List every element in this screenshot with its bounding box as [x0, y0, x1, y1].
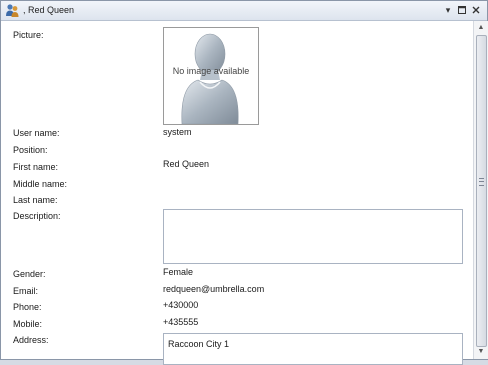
mobile-value: +435555	[163, 317, 199, 327]
window-title: , Red Queen	[23, 5, 75, 15]
maximize-icon[interactable]	[456, 4, 468, 16]
user-detail-window: , Red Queen ▾ Picture: No image availabl…	[0, 0, 488, 365]
email-label: Email:	[13, 286, 39, 296]
grip-icon	[479, 178, 484, 186]
pin-icon[interactable]: ▾	[442, 4, 454, 16]
picture-label: Picture:	[13, 30, 44, 40]
title-bar[interactable]: , Red Queen ▾	[1, 1, 487, 21]
user-group-icon	[5, 3, 20, 18]
address-text: Raccoon City 1	[168, 339, 230, 349]
phone-value: +430000	[163, 300, 199, 310]
gender-value: Female	[163, 267, 194, 277]
description-field[interactable]	[163, 209, 463, 264]
email-value: redqueen@umbrella.com	[163, 284, 265, 294]
description-label: Description:	[13, 211, 61, 221]
address-label: Address:	[13, 335, 49, 345]
no-image-text: No image available	[172, 66, 250, 76]
user-form: Picture: No image available User name: s…	[1, 21, 473, 365]
first-name-value: Red Queen	[163, 159, 210, 169]
phone-label: Phone:	[13, 302, 42, 312]
scroll-thumb[interactable]	[476, 35, 487, 347]
picture-box[interactable]: No image available	[163, 27, 259, 125]
first-name-label: First name:	[13, 162, 59, 172]
mobile-label: Mobile:	[13, 319, 43, 329]
user-name-label: User name:	[13, 128, 60, 138]
last-name-label: Last name:	[13, 195, 58, 205]
scroll-down-icon[interactable]: ▼	[474, 345, 488, 359]
middle-name-label: Middle name:	[13, 179, 68, 189]
close-icon[interactable]	[470, 4, 482, 16]
position-label: Position:	[13, 145, 48, 155]
user-silhouette-icon	[181, 33, 239, 124]
gender-label: Gender:	[13, 269, 46, 279]
vertical-scrollbar[interactable]: ▲ ▼	[473, 21, 488, 359]
scroll-up-icon[interactable]: ▲	[474, 21, 488, 35]
address-field[interactable]: Raccoon City 1	[163, 333, 463, 365]
user-name-value: system	[163, 127, 192, 137]
